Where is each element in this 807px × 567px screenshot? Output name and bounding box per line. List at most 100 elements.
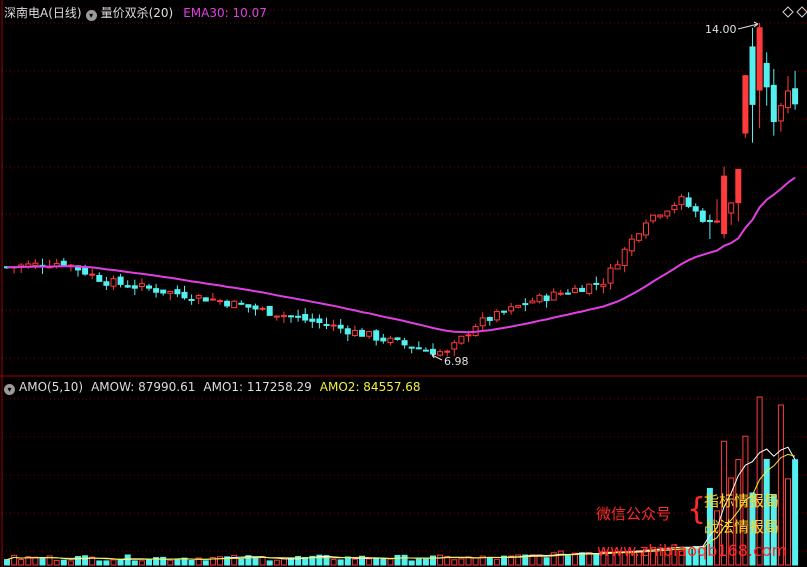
circle-dropdown-icon[interactable]: ▾ bbox=[85, 10, 97, 21]
amo1-label: AMO1: 117258.29 bbox=[203, 380, 312, 394]
volume-bar bbox=[238, 558, 245, 566]
candle-body bbox=[295, 315, 302, 318]
volume-bar bbox=[146, 559, 152, 566]
volume-bar bbox=[174, 558, 181, 566]
candle-body bbox=[302, 313, 309, 321]
volume-bar bbox=[32, 556, 39, 566]
candle-body bbox=[643, 222, 649, 236]
ema-value-label: EMA30: 10.07 bbox=[183, 6, 267, 20]
candle-body bbox=[685, 197, 692, 207]
candle-body bbox=[678, 196, 685, 206]
candle-body bbox=[430, 348, 436, 355]
volume-bar bbox=[266, 560, 273, 566]
candle-body bbox=[146, 285, 152, 289]
main-panel-grid bbox=[2, 9, 807, 359]
candle-body bbox=[32, 262, 39, 267]
chart-stage[interactable]: 14.00 6.98 bbox=[0, 0, 807, 567]
amo-title[interactable]: AMO(5,10) bbox=[19, 380, 83, 394]
high-arrow bbox=[737, 21, 759, 30]
candle-body bbox=[167, 290, 174, 294]
volume-bar bbox=[280, 558, 287, 566]
candle-body bbox=[692, 206, 699, 212]
candle-body bbox=[280, 314, 287, 318]
candle-body bbox=[756, 27, 763, 91]
volume-bar bbox=[373, 558, 380, 566]
volume-bar bbox=[792, 459, 799, 566]
candlestick-series[interactable] bbox=[4, 23, 799, 357]
candle-body bbox=[89, 273, 96, 276]
candle-body bbox=[323, 324, 330, 327]
volume-bar bbox=[351, 558, 358, 566]
candle-body bbox=[543, 295, 550, 302]
indicator-label[interactable]: 量价双杀(20) bbox=[101, 6, 174, 20]
candle-body bbox=[486, 316, 493, 321]
volume-bar bbox=[167, 559, 174, 566]
candle-body bbox=[564, 292, 571, 295]
candle-body bbox=[231, 300, 238, 309]
candle-body bbox=[309, 318, 316, 322]
candle-body bbox=[572, 287, 578, 293]
candle-body bbox=[209, 298, 216, 301]
volume-bar bbox=[82, 555, 89, 566]
candle-body bbox=[721, 175, 728, 235]
candle-body bbox=[664, 210, 671, 217]
candle-body bbox=[195, 295, 202, 299]
candle-body bbox=[742, 75, 749, 134]
candle-body bbox=[770, 84, 777, 123]
volume-bar bbox=[110, 559, 117, 566]
candle-body bbox=[288, 315, 294, 318]
volume-bar bbox=[422, 558, 429, 566]
candle-body bbox=[508, 306, 515, 312]
amow-label: AMOW: 87990.61 bbox=[91, 380, 196, 394]
candle-body bbox=[614, 264, 621, 270]
volume-bar bbox=[96, 560, 103, 566]
candle-body bbox=[579, 287, 586, 292]
candle-body bbox=[387, 337, 394, 343]
candle-body bbox=[408, 346, 415, 349]
candle-body bbox=[96, 274, 103, 282]
volume-bar bbox=[543, 557, 550, 566]
candle-body bbox=[657, 214, 664, 218]
watermark-line2: 战法情报局 bbox=[704, 518, 780, 536]
volume-bar bbox=[408, 560, 415, 566]
candle-body bbox=[493, 311, 500, 321]
candle-body bbox=[437, 351, 444, 356]
candle-body bbox=[174, 289, 181, 295]
volume-bar bbox=[380, 559, 387, 566]
stock-name[interactable]: 深南电A(日线) bbox=[4, 6, 82, 20]
volume-bar bbox=[217, 556, 223, 566]
candle-body bbox=[465, 334, 472, 337]
candle-body bbox=[536, 294, 543, 303]
scroll-right-diamond-icon[interactable] bbox=[782, 6, 794, 18]
amo-volume-bars[interactable] bbox=[4, 396, 799, 566]
low-price-label: 6.98 bbox=[444, 355, 469, 368]
candle-body bbox=[217, 300, 223, 303]
volume-bar bbox=[4, 559, 10, 566]
circle-dropdown-icon[interactable]: ▾ bbox=[4, 384, 15, 395]
candle-body bbox=[777, 105, 784, 122]
candle-body bbox=[458, 335, 465, 344]
candle-body bbox=[706, 219, 713, 223]
volume-bar bbox=[394, 554, 401, 566]
volume-bar bbox=[131, 560, 138, 566]
candle-body bbox=[60, 260, 67, 266]
candle-body bbox=[650, 214, 657, 222]
candle-body bbox=[160, 289, 167, 294]
scroll-end-diamond-icon[interactable] bbox=[796, 6, 807, 18]
candle-body bbox=[337, 324, 344, 329]
candle-body bbox=[110, 278, 117, 287]
candle-body bbox=[600, 283, 607, 287]
candle-body bbox=[131, 285, 138, 289]
candle-body bbox=[422, 349, 429, 352]
candle-body bbox=[763, 62, 770, 88]
candle-body bbox=[351, 329, 358, 337]
candle-body bbox=[344, 328, 351, 335]
candle-body bbox=[124, 285, 131, 288]
candle-body bbox=[138, 283, 145, 287]
ema30-line[interactable] bbox=[6, 176, 796, 334]
sub-panel-header: ▾ AMO(5,10) AMOW: 87990.61 AMO1: 117258.29 A… bbox=[4, 380, 425, 395]
watermark-url: www.zhibiaoqb168.com bbox=[597, 541, 788, 560]
volume-bar bbox=[337, 559, 344, 566]
candle-body bbox=[735, 168, 742, 204]
candle-body bbox=[117, 276, 124, 285]
